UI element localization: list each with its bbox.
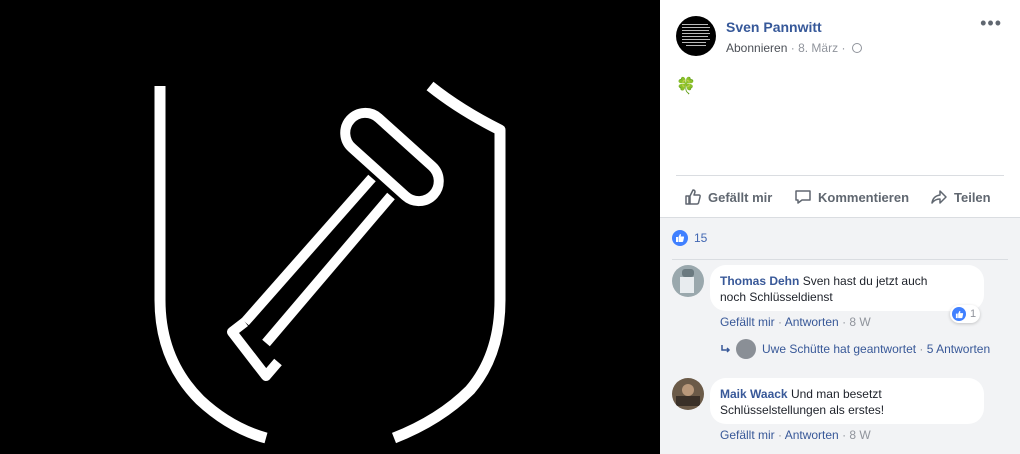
comment-reaction-badge[interactable]: 1: [950, 305, 981, 323]
more-options-icon[interactable]: •••: [980, 14, 1002, 32]
comment-text-line: noch Schlüsseldienst: [720, 290, 833, 304]
replies-summary[interactable]: Uwe Schütte hat geantwortet · 5 Antworte…: [720, 339, 990, 359]
comment-text-line: Sven hast du jetzt auch: [802, 274, 928, 288]
like-button[interactable]: Gefällt mir: [684, 176, 772, 218]
post-text: 🍀: [676, 78, 696, 95]
post-subline: Abonnieren · 8. März ·: [726, 41, 862, 55]
comment-text-line: Schlüsselstellungen als erstes!: [720, 403, 885, 417]
comment-button[interactable]: Kommentieren: [794, 176, 909, 218]
comments-section: 15 Thomas Dehn Sven hast du jetzt auch n…: [660, 217, 1020, 454]
reply-arrow-icon: [721, 345, 731, 353]
post-date[interactable]: 8. März: [798, 41, 838, 55]
post-sidebar: Sven Pannwitt Abonnieren · 8. März · •••…: [660, 0, 1020, 454]
post-header: Sven Pannwitt Abonnieren · 8. März · •••…: [660, 0, 1020, 175]
comment-bubble: Maik Waack Und man besetzt Schlüsselstel…: [710, 378, 984, 424]
reaction-summary[interactable]: 15: [672, 230, 707, 246]
commenter-avatar[interactable]: [672, 265, 704, 297]
share-button[interactable]: Teilen: [930, 176, 991, 218]
comments-divider: [672, 259, 1008, 260]
replier-avatar: [736, 339, 756, 359]
comment-age[interactable]: 8 W: [849, 315, 870, 329]
comment-bubble: Thomas Dehn Sven hast du jetzt auch noch…: [710, 265, 984, 311]
comment-author[interactable]: Maik Waack: [720, 387, 788, 401]
comment-text-line: Und man besetzt: [790, 387, 882, 401]
like-reaction-icon: [952, 307, 966, 321]
comment-author[interactable]: Thomas Dehn: [720, 274, 799, 288]
like-label: Gefällt mir: [708, 189, 773, 205]
commenter-avatar[interactable]: [672, 378, 704, 410]
comment-reply-link[interactable]: Antworten: [785, 428, 839, 442]
follow-link[interactable]: Abonnieren: [726, 41, 787, 55]
like-reaction-icon: [672, 230, 688, 246]
comment-reaction-count: 1: [970, 308, 977, 320]
author-avatar[interactable]: [676, 16, 716, 56]
comment-reply-link[interactable]: Antworten: [785, 315, 839, 329]
reaction-count: 15: [694, 231, 708, 245]
post-photo[interactable]: [0, 0, 660, 454]
comment-meta: Gefällt mir · Antworten · 8 W: [720, 315, 871, 329]
comment-meta: Gefällt mir · Antworten · 8 W: [720, 428, 871, 442]
post-author-name[interactable]: Sven Pannwitt: [726, 19, 822, 35]
comment-like-link[interactable]: Gefällt mir: [720, 315, 775, 329]
post-actions-bar: Gefällt mir Kommentieren Teilen: [676, 175, 1004, 217]
replies-note: Uwe Schütte hat geantwortet: [762, 342, 917, 356]
comment-age[interactable]: 8 W: [849, 428, 870, 442]
shield-key-emblem-image: [154, 81, 506, 444]
comment-icon: [795, 190, 811, 204]
share-icon: [931, 190, 947, 204]
comment-label: Kommentieren: [818, 189, 910, 205]
replies-count: 5 Antworten: [926, 342, 991, 356]
globe-icon: [851, 43, 862, 53]
comment-like-link[interactable]: Gefällt mir: [720, 428, 775, 442]
thumbs-up-icon: [685, 189, 701, 205]
share-label: Teilen: [954, 189, 991, 205]
